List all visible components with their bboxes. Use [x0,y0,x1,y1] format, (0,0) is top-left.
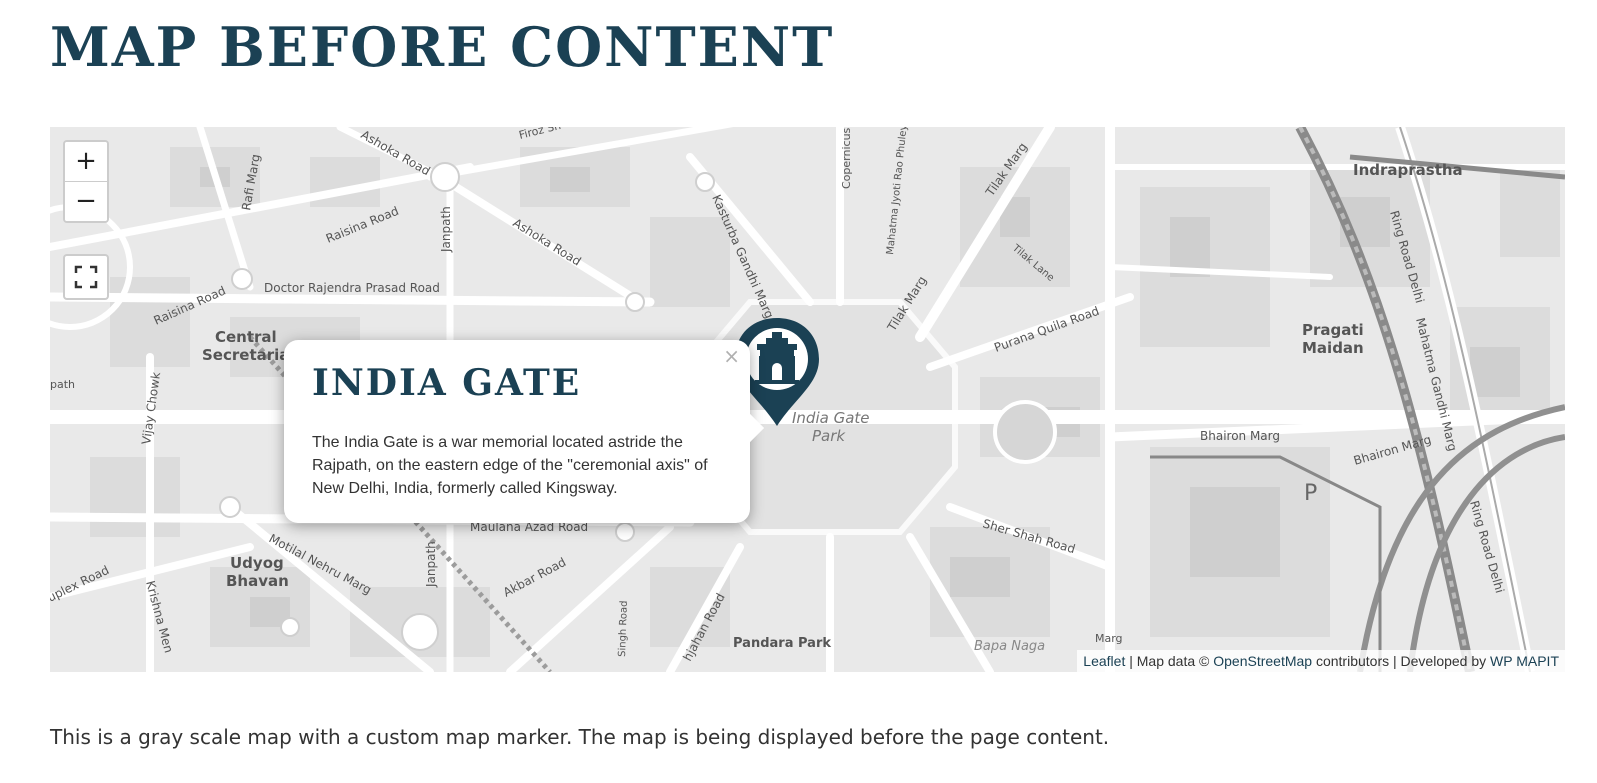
page-title: MAP BEFORE CONTENT [50,15,835,79]
map-label: Pragati [1302,321,1364,339]
leaflet-link[interactable]: Leaflet [1083,653,1125,669]
map-label: Central [215,328,277,346]
map-label: Janpath [424,541,438,588]
map-label: Bhavan [226,572,289,590]
popup-body: The India Gate is a war memorial located… [312,434,708,497]
fullscreen-icon [74,265,98,289]
zoom-control: + − [63,140,109,223]
map-label: Secretariat [202,346,297,364]
map-label: Bapa Naga [974,639,1045,654]
map-label: Doctor Rajendra Prasad Road [264,281,440,295]
attribution-text: | Map data © [1125,653,1214,669]
map-label: Singh Road [617,600,630,657]
zoom-out-button[interactable]: − [65,181,107,221]
wp-mapit-link[interactable]: WP MAPIT [1490,653,1559,669]
map-label: P [1304,481,1317,506]
map-label: Bhairon Marg [1200,429,1280,443]
map[interactable]: Central Secretariat Udyog Bhavan Indrapr… [50,127,1565,672]
map-label: Indraprastha [1353,161,1463,179]
map-label: Janpath [439,206,453,253]
map-label: Maidan [1302,339,1364,357]
map-label: Marg [1095,632,1123,645]
popup-title: INDIA GATE [312,362,582,404]
marker-popup: × INDIA GATE The India Gate is a war mem… [284,340,765,523]
attribution-text: contributors | Developed by [1312,653,1491,669]
map-label: Pandara Park [733,636,831,651]
page-caption: This is a gray scale map with a custom m… [50,725,1110,749]
fullscreen-button[interactable] [63,254,109,300]
popup-close-button[interactable]: × [723,344,740,368]
map-label: Copernicus [840,127,853,189]
map-label: Udyog [230,554,284,572]
zoom-in-button[interactable]: + [65,142,107,181]
map-attribution: Leaflet | Map data © OpenStreetMap contr… [1077,650,1565,672]
map-label: path [50,378,75,391]
openstreetmap-link[interactable]: OpenStreetMap [1213,653,1312,669]
